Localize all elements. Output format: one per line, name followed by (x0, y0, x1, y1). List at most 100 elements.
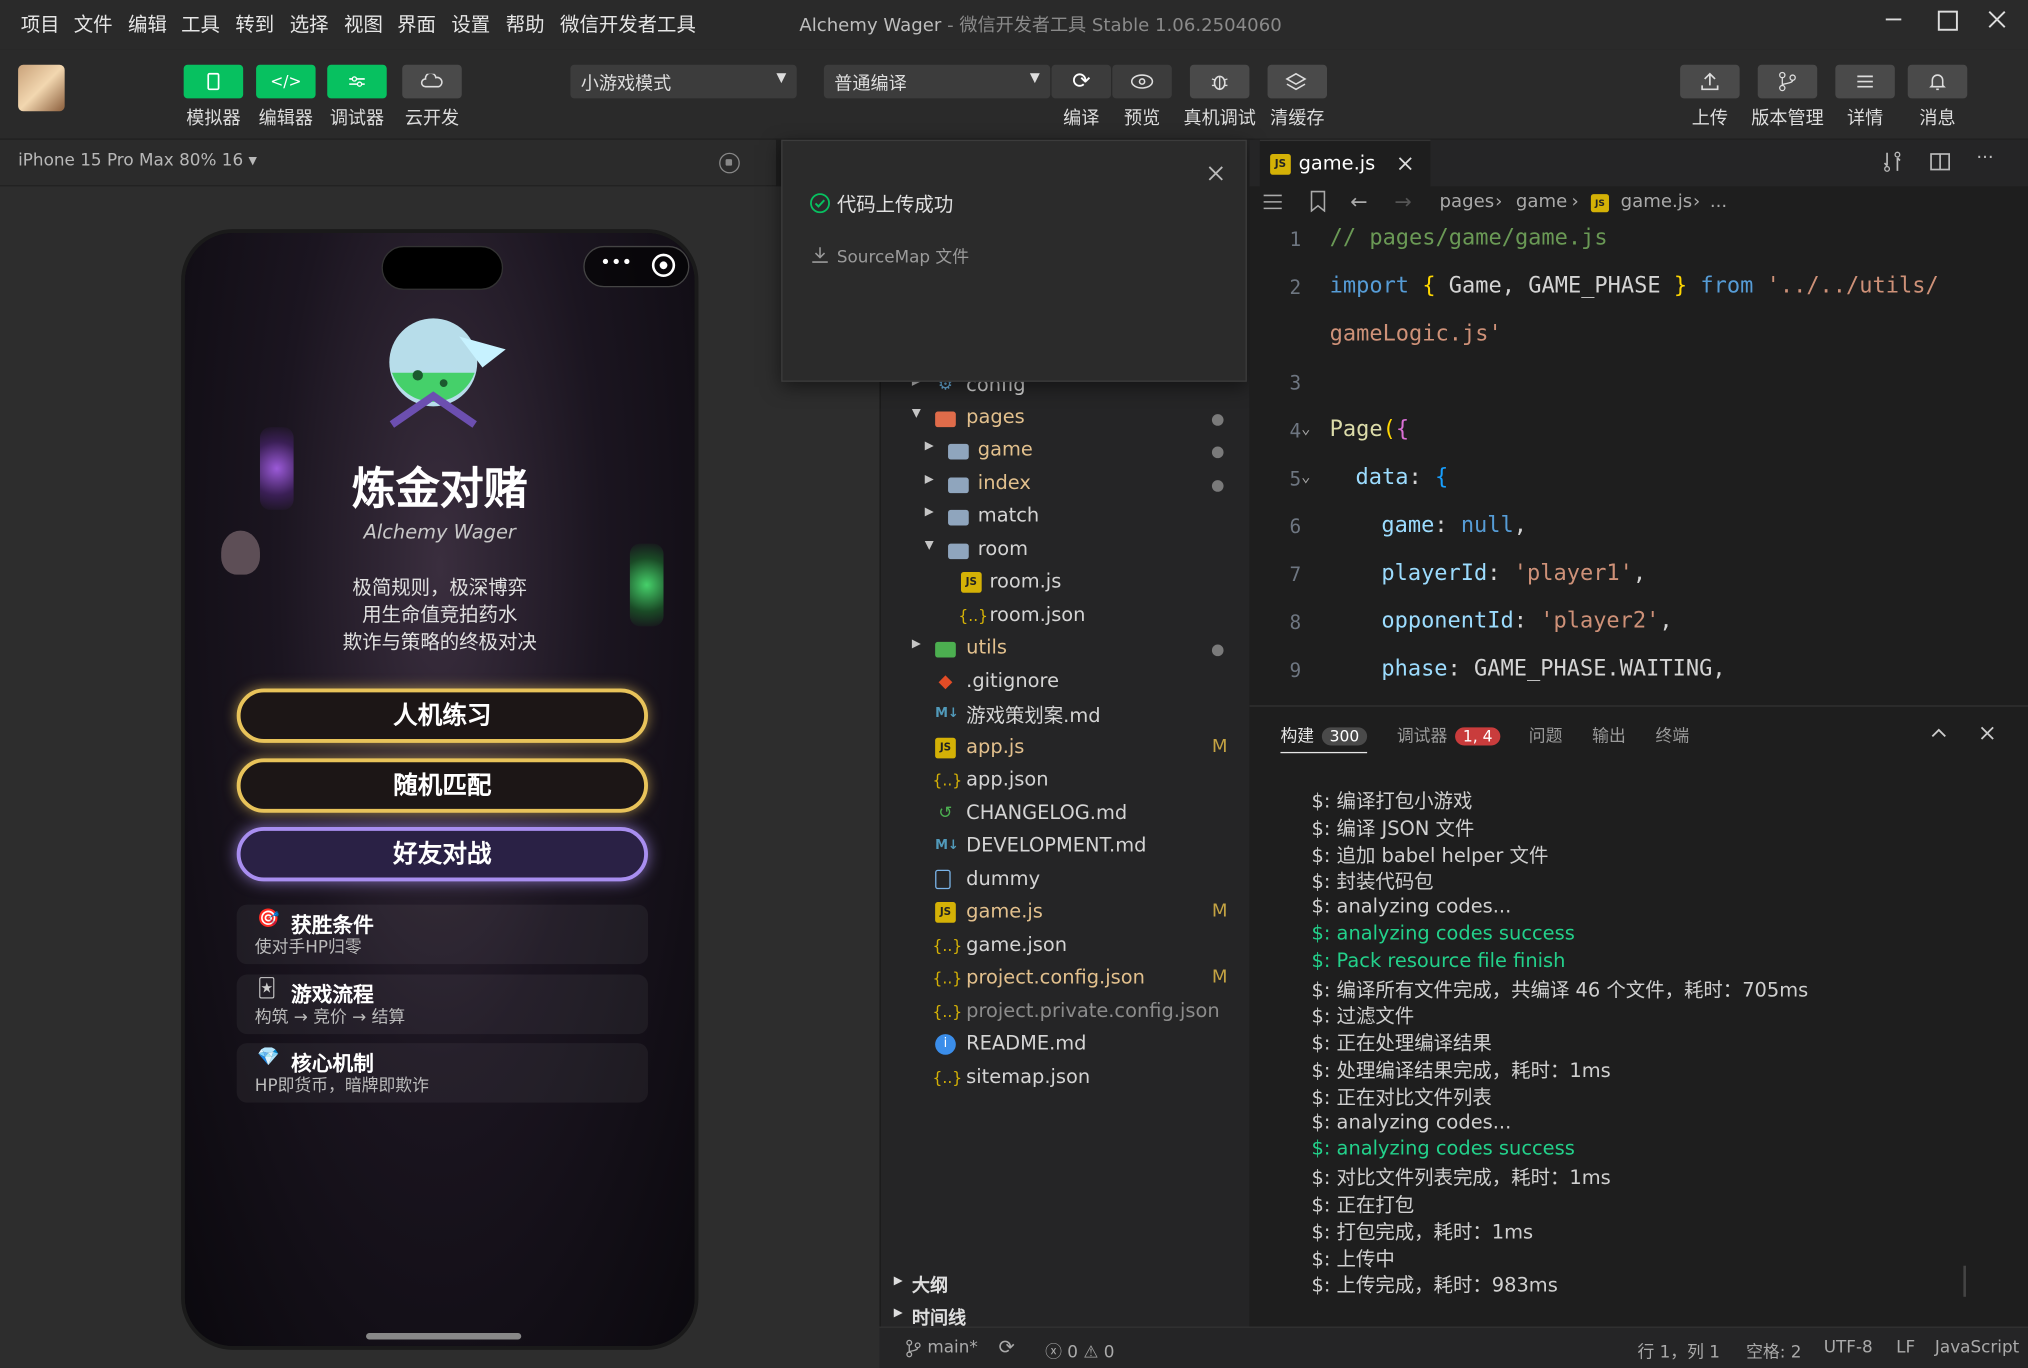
close-icon[interactable] (1979, 725, 1996, 742)
tree-file-sitemap[interactable]: {..} sitemap.json (881, 1063, 1251, 1095)
tree-file-project-config[interactable]: {..} project.config.json M (881, 963, 1251, 995)
sourcemap-link[interactable]: SourceMap 文件 (837, 243, 969, 267)
outline-section[interactable]: ▶ 大纲 (881, 1268, 1251, 1300)
tree-file-design-md[interactable]: M↓ 游戏策划案.md (881, 699, 1251, 731)
indentation[interactable]: 空格: 2 (1746, 1338, 1801, 1362)
compare-icon[interactable] (1881, 150, 1904, 173)
code-line[interactable]: gameLogic.js' (1249, 313, 2028, 361)
ai-practice-button[interactable]: 人机练习 (236, 688, 648, 743)
split-editor-icon[interactable] (1928, 150, 1951, 173)
tree-file-app-js[interactable]: JS app.js M (881, 733, 1251, 765)
tab-output[interactable]: 输出 (1592, 722, 1626, 746)
line-ending[interactable]: LF (1896, 1338, 1915, 1357)
tab-terminal[interactable]: 终端 (1656, 722, 1690, 746)
code-line[interactable]: 6 game: null, (1249, 505, 2028, 553)
messages-button[interactable] (1907, 64, 1968, 99)
compile-mode-select[interactable]: 普通编译 ▼ (823, 64, 1051, 99)
more-actions-icon[interactable]: ··· (1976, 148, 1993, 169)
code-line[interactable]: 5 ⌄ data: { (1249, 457, 2028, 505)
close-icon[interactable] (1397, 155, 1414, 172)
device-debug-button[interactable] (1189, 64, 1250, 99)
scrollbar[interactable] (1963, 1265, 1966, 1297)
avatar[interactable] (18, 64, 65, 112)
tree-file-project-private-config[interactable]: {..} project.private.config.json (881, 997, 1251, 1029)
tree-folder-utils[interactable]: ▶ utils (881, 633, 1251, 665)
tree-file-game-js[interactable]: JS game.js M (881, 897, 1251, 929)
phone-simulator[interactable]: ••• 炼金对赌 Alchemy Wager 极简规则，极深博弈 用生命值竞拍药… (181, 229, 699, 1350)
fold-chevron-icon[interactable]: ⌄ (1301, 467, 1310, 485)
tree-folder-index[interactable]: ▶ index (881, 469, 1251, 501)
tab-debugger[interactable]: 调试器 1, 4 (1397, 722, 1501, 747)
tree-folder-pages[interactable]: ▼ pages (881, 402, 1251, 434)
git-branch[interactable]: main* (927, 1338, 977, 1357)
debugger-toggle-button[interactable] (327, 64, 387, 99)
encoding[interactable]: UTF-8 (1824, 1338, 1873, 1357)
list-icon[interactable] (1262, 193, 1283, 211)
tree-file-changelog[interactable]: ↺ CHANGELOG.md (881, 799, 1251, 831)
menu-wechat-devtools[interactable]: 微信开发者工具 (560, 10, 696, 37)
maximize-button[interactable] (1930, 8, 1966, 39)
code-line[interactable]: 8 opponentId: 'player2', (1249, 601, 2028, 649)
code-line[interactable]: 9 phase: GAME_PHASE.WAITING, (1249, 648, 2028, 696)
version-button[interactable] (1757, 64, 1818, 99)
menu-interface[interactable]: 界面 (397, 10, 436, 37)
fold-chevron-icon[interactable]: ⌄ (1301, 419, 1310, 437)
breadcrumb-pages[interactable]: pages (1440, 192, 1495, 213)
tree-folder-match[interactable]: ▶ match (881, 501, 1251, 533)
menu-tools[interactable]: 工具 (181, 10, 220, 37)
upload-button[interactable] (1680, 64, 1740, 99)
sync-icon[interactable]: ⟳ (999, 1336, 1015, 1359)
clear-cache-button[interactable] (1267, 64, 1328, 99)
code-line[interactable]: 3 (1249, 361, 2028, 409)
device-select[interactable]: iPhone 15 Pro Max 80% 16 ▾ (18, 151, 257, 170)
menu-select[interactable]: 选择 (290, 10, 329, 37)
details-button[interactable] (1835, 64, 1895, 99)
code-line[interactable]: 7 playerId: 'player1', (1249, 553, 2028, 601)
tree-file-app-json[interactable]: {..} app.json (881, 765, 1251, 797)
tree-file-readme[interactable]: i README.md (881, 1029, 1251, 1061)
tree-file-gitignore[interactable]: ◆ .gitignore (881, 667, 1251, 699)
menu-project[interactable]: 项目 (21, 10, 60, 37)
menu-file[interactable]: 文件 (74, 10, 113, 37)
tree-file-room-json[interactable]: {..} room.json (881, 601, 1251, 633)
tree-file-development-md[interactable]: M↓ DEVELOPMENT.md (881, 831, 1251, 863)
code-line[interactable]: 2 import { Game, GAME_PHASE } from '../.… (1249, 265, 2028, 313)
close-icon[interactable] (1207, 164, 1225, 182)
record-icon[interactable] (719, 152, 740, 174)
tab-problems[interactable]: 问题 (1529, 722, 1563, 746)
bookmark-icon[interactable] (1309, 190, 1327, 213)
cloud-button[interactable] (402, 64, 462, 99)
close-window-button[interactable] (1979, 8, 2015, 39)
breadcrumb-more[interactable]: ... (1710, 192, 1727, 213)
more-icon[interactable]: ••• (600, 252, 632, 273)
tab-game-js[interactable]: JS game.js (1259, 139, 1431, 187)
problems-indicator[interactable]: ⓧ 0 ⚠ 0 (1045, 1338, 1114, 1362)
tree-folder-game[interactable]: ▶ game (881, 435, 1251, 467)
tree-file-room-js[interactable]: JS room.js (881, 567, 1251, 599)
code-line[interactable]: 1 // pages/game/game.js (1249, 217, 2028, 265)
mini-program-capsule[interactable]: ••• (583, 245, 690, 288)
menu-help[interactable]: 帮助 (506, 10, 545, 37)
chevron-up-icon[interactable] (1930, 726, 1948, 739)
friend-battle-button[interactable]: 好友对战 (236, 826, 648, 882)
tree-file-dummy[interactable]: dummy (881, 865, 1251, 897)
close-mini-program-icon[interactable] (651, 253, 676, 277)
menu-edit[interactable]: 编辑 (128, 10, 167, 37)
menu-goto[interactable]: 转到 (235, 10, 274, 37)
breadcrumb-game[interactable]: game (1516, 192, 1567, 213)
simulator-toggle-button[interactable] (183, 64, 244, 99)
arrow-left-icon[interactable]: ← (1350, 189, 1367, 214)
arrow-right-icon[interactable]: → (1394, 189, 1411, 214)
compile-button[interactable]: ⟳ (1051, 64, 1112, 99)
mode-select[interactable]: 小游戏模式 ▼ (570, 64, 797, 99)
preview-button[interactable] (1112, 64, 1172, 99)
menu-settings[interactable]: 设置 (451, 10, 490, 37)
cursor-position[interactable]: 行 1，列 1 (1637, 1338, 1720, 1362)
breadcrumb-file[interactable]: game.js (1621, 192, 1693, 213)
tree-file-game-json[interactable]: {..} game.json (881, 931, 1251, 963)
random-match-button[interactable]: 随机匹配 (236, 758, 648, 813)
minimize-button[interactable] (1875, 8, 1911, 39)
download-icon[interactable] (811, 246, 829, 264)
language-mode[interactable]: JavaScript (1935, 1338, 2019, 1357)
editor-toggle-button[interactable]: </> (256, 64, 316, 99)
